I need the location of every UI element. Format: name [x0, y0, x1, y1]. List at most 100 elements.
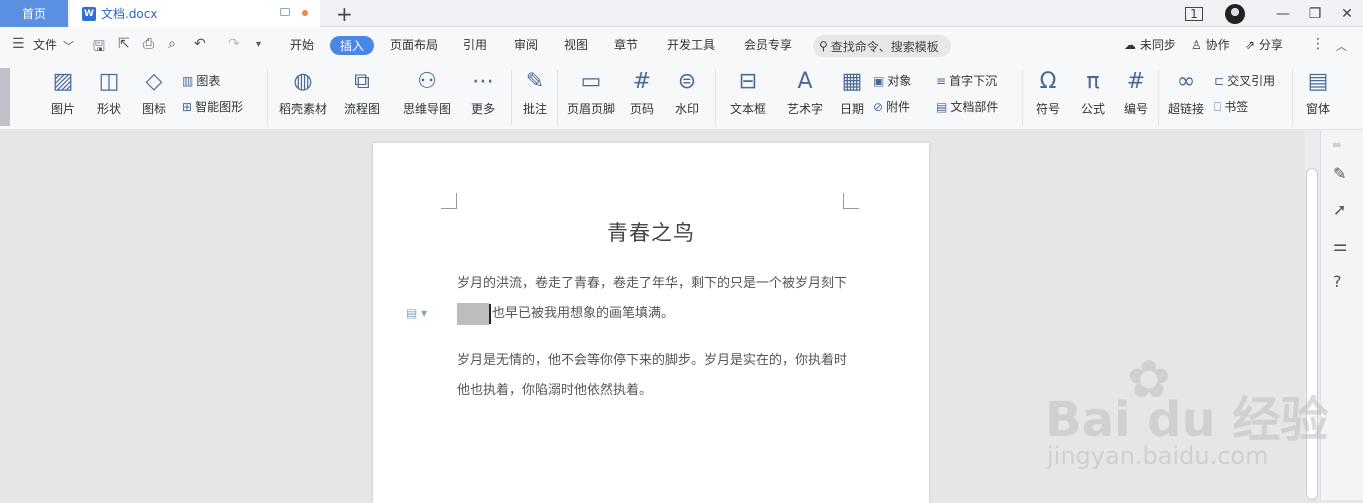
page-number-button[interactable]: # 页码 — [623, 68, 661, 117]
paragraph-2-line-2: 他也执着，你陷溺时他依然执着。 — [457, 383, 653, 398]
margin-corner-mark — [441, 193, 457, 209]
minimize-button[interactable]: — — [1267, 6, 1299, 22]
more-options-icon[interactable]: ⋮ — [1311, 36, 1325, 52]
pen-icon[interactable]: ✎ — [1333, 164, 1346, 183]
monitor-icon[interactable] — [280, 8, 290, 16]
settings-sliders-icon[interactable]: ⚌ — [1333, 236, 1347, 255]
paragraph-1[interactable]: 岁月的洪流，卷走了青春，卷走了年华，剩下的只是一个被岁月刻下 也早已被我用想象的… — [457, 269, 857, 329]
menu-review[interactable]: 审阅 — [514, 36, 538, 53]
menu-references[interactable]: 引用 — [463, 36, 487, 53]
dropcap-button[interactable]: ≡ 首字下沉 — [936, 72, 997, 89]
watermark-icon: ⊜ — [677, 69, 697, 94]
chevron-down-icon[interactable]: ﹀ — [63, 38, 74, 54]
flowchart-icon: ⧉ — [354, 69, 370, 94]
menu-insert[interactable]: 插入 — [330, 36, 374, 55]
textbox-button[interactable]: ⊟ 文本框 — [724, 68, 772, 117]
comment-button[interactable]: ✎ 批注 — [519, 68, 551, 117]
cloud-icon: ☁ — [1124, 38, 1136, 52]
undo-icon[interactable]: ↶ — [194, 36, 206, 52]
header-footer-icon: ▭ — [580, 69, 602, 94]
page-number-label: 页码 — [629, 102, 654, 116]
document-title[interactable]: 青春之鸟 — [373, 217, 929, 247]
home-tab[interactable]: 首页 — [0, 0, 68, 27]
ribbon-scroll-left[interactable] — [0, 68, 10, 126]
object-label: 对象 — [887, 74, 912, 88]
more-button[interactable]: ⋯ 更多 — [464, 68, 502, 117]
menu-developer[interactable]: 开发工具 — [667, 36, 715, 53]
attachment-button[interactable]: ⊘ 附件 — [873, 98, 910, 115]
document-tab[interactable]: W 文档.docx — [70, 0, 320, 27]
wordart-button[interactable]: A 艺术字 — [781, 68, 829, 117]
save-icon[interactable]: 🖫 — [93, 36, 105, 60]
object-icon: ▣ — [873, 74, 885, 88]
form-label: 窗体 — [1305, 102, 1330, 116]
calendar-icon: ▦ — [841, 69, 863, 94]
hamburger-icon[interactable]: ☰ — [12, 36, 25, 52]
formula-button[interactable]: π 公式 — [1075, 68, 1111, 117]
scrollbar-thumb[interactable] — [1306, 168, 1318, 500]
watermark-button[interactable]: ⊜ 水印 — [668, 68, 706, 117]
command-search[interactable]: ⚲ 查找命令、搜索模板 — [813, 35, 951, 57]
menu-member[interactable]: 会员专享 — [744, 36, 792, 53]
watermark-brand: Bai du 经验 — [1045, 392, 1329, 448]
numbering-label: 编号 — [1123, 102, 1148, 116]
pointer-icon[interactable]: ➚ — [1333, 200, 1346, 219]
share-button[interactable]: ⇗ 分享 — [1245, 36, 1283, 53]
pi-icon: π — [1086, 69, 1100, 94]
doc-parts-button[interactable]: ▤ 文档部件 — [936, 98, 998, 115]
menu-start[interactable]: 开始 — [290, 36, 314, 53]
print-icon[interactable]: ⎙ — [143, 36, 154, 52]
insert-picture-button[interactable]: ▨ 图片 — [44, 68, 82, 117]
menu-bar: ☰ 文件 ﹀ 🖫 ⇱ ⎙ ⌕ ↶ ↷ ▾ 开始 插入 页面布局 引用 审阅 视图… — [0, 27, 1363, 64]
paragraph-layout-icon[interactable]: ▤ ▾ — [406, 306, 427, 320]
collapse-ribbon-icon[interactable]: ︿ — [1336, 38, 1347, 54]
quick-access-dropdown-icon[interactable]: ▾ — [256, 39, 261, 50]
menu-page-layout[interactable]: 页面布局 — [390, 36, 438, 53]
symbol-button[interactable]: Ω 符号 — [1030, 68, 1066, 117]
file-menu[interactable]: 文件 — [33, 36, 57, 53]
avatar[interactable] — [1225, 3, 1245, 24]
export-icon[interactable]: ⇱ — [118, 36, 130, 52]
hyperlink-button[interactable]: ∞ 超链接 — [1165, 68, 1207, 117]
bookmark-button[interactable]: ⎕ 书签 — [1214, 98, 1248, 115]
collab-button[interactable]: ♙ 协作 — [1191, 36, 1230, 53]
mindmap-label: 思维导图 — [402, 102, 451, 116]
flowchart-button[interactable]: ⧉ 流程图 — [338, 68, 386, 117]
smart-graphic-button[interactable]: ⊞ 智能图形 — [182, 98, 243, 115]
wordart-label: 艺术字 — [786, 102, 823, 116]
material-icon: ◍ — [293, 69, 313, 94]
header-footer-button[interactable]: ▭ 页眉页脚 — [565, 68, 617, 117]
help-icon[interactable]: ? — [1333, 272, 1342, 291]
object-button[interactable]: ▣ 对象 — [873, 72, 911, 89]
insert-icon-button[interactable]: ◇ 图标 — [135, 68, 173, 117]
restore-button[interactable]: ❐ — [1299, 6, 1331, 22]
document-page[interactable]: 青春之鸟 岁月的洪流，卷走了青春，卷走了年华，剩下的只是一个被岁月刻下 也早已被… — [373, 143, 929, 503]
new-tab-button[interactable]: + — [336, 2, 353, 26]
header-footer-label: 页眉页脚 — [566, 102, 615, 116]
hyperlink-label: 超链接 — [1167, 102, 1204, 116]
formula-label: 公式 — [1080, 102, 1105, 116]
mindmap-button[interactable]: ⚇ 思维导图 — [397, 68, 457, 117]
form-icon: ▤ — [1307, 69, 1329, 94]
icon-label: 图标 — [141, 102, 166, 116]
doc-parts-label: 文档部件 — [950, 100, 999, 114]
redo-icon[interactable]: ↷ — [228, 36, 240, 52]
cloud-sync-button[interactable]: ☁ 未同步 — [1124, 36, 1176, 53]
numbering-button[interactable]: # 编号 — [1120, 68, 1152, 117]
window-count-badge[interactable]: 1 — [1185, 6, 1203, 21]
ribbon-separator — [715, 70, 716, 126]
crossref-button[interactable]: ⊏ 交叉引用 — [1214, 72, 1275, 89]
insert-chart-button[interactable]: ▥ 图表 — [182, 72, 220, 89]
insert-shape-button[interactable]: ◫ 形状 — [90, 68, 128, 117]
paragraph-2[interactable]: 岁月是无情的，他不会等你停下来的脚步。岁月是实在的，你执着时 他也执着，你陷溺时… — [457, 346, 857, 406]
menu-chapter[interactable]: 章节 — [614, 36, 638, 53]
print-preview-icon[interactable]: ⌕ — [168, 36, 176, 52]
close-button[interactable]: ✕ — [1331, 6, 1363, 22]
picture-label: 图片 — [50, 102, 75, 116]
date-button[interactable]: ▦ 日期 — [836, 68, 868, 117]
straw-material-button[interactable]: ◍ 稻壳素材 — [277, 68, 329, 117]
document-tab-label: 文档.docx — [101, 7, 158, 21]
form-button[interactable]: ▤ 窗体 — [1299, 68, 1337, 117]
crossref-label: 交叉引用 — [1227, 74, 1276, 88]
menu-view[interactable]: 视图 — [564, 36, 588, 53]
